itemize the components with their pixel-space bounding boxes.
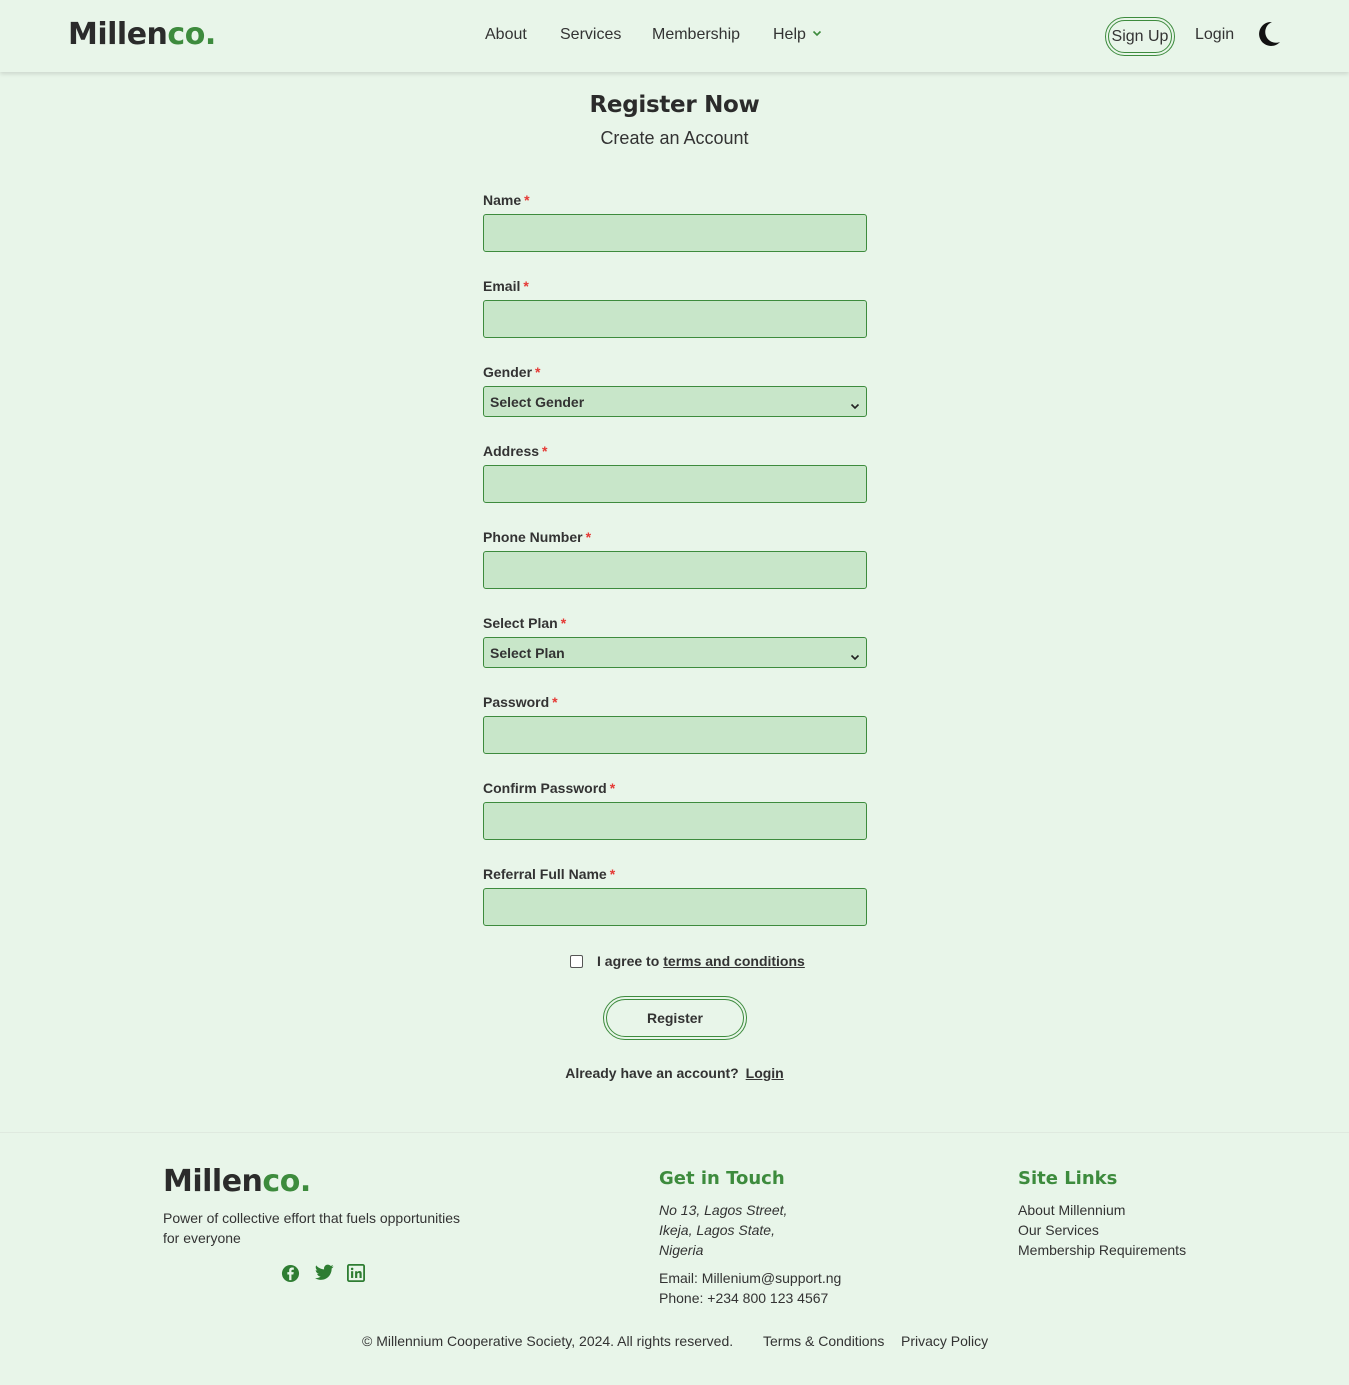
required-marker: * — [552, 694, 558, 710]
address-label-text: Address — [483, 443, 540, 459]
gender-label-text: Gender — [483, 364, 533, 380]
required-marker: * — [542, 443, 548, 459]
nav-help-label: Help — [773, 26, 806, 44]
terms-agreement: I agree to terms and conditions — [570, 953, 805, 969]
address-line: Nigeria — [659, 1242, 704, 1258]
password-input[interactable] — [483, 716, 867, 754]
chevron-down-icon — [850, 397, 860, 413]
name-input[interactable] — [483, 214, 867, 252]
plan-label-text: Select Plan — [483, 615, 558, 631]
phone-input[interactable] — [483, 551, 867, 589]
footer-logo[interactable]: Millenco. — [163, 1164, 311, 1199]
footer-privacy-link[interactable]: Privacy Policy — [901, 1333, 988, 1349]
site-link-membership[interactable]: Membership Requirements — [1018, 1240, 1186, 1260]
referral-label-text: Referral Full Name — [483, 866, 607, 882]
phone-label: Phone Number * — [483, 529, 591, 545]
name-label-text: Name — [483, 192, 522, 208]
email-label-text: Email — [483, 278, 521, 294]
email-input[interactable] — [483, 300, 867, 338]
confirm-password-label-text: Confirm Password — [483, 780, 607, 796]
required-marker: * — [609, 866, 616, 882]
address-line: Ikeja, Lagos State, — [659, 1222, 775, 1238]
moon-icon[interactable] — [1256, 20, 1282, 53]
footer-address: No 13, Lagos Street, Ikeja, Lagos State,… — [659, 1200, 787, 1260]
confirm-password-label: Confirm Password * — [483, 780, 615, 796]
plan-label: Select Plan * — [483, 615, 566, 631]
nav-membership[interactable]: Membership — [652, 26, 740, 44]
footer-phone[interactable]: Phone: +234 800 123 4567 — [659, 1288, 841, 1308]
phone-label-text: Phone Number — [483, 529, 583, 545]
plan-select-value: Select Plan — [490, 644, 565, 661]
page-title: Register Now — [589, 92, 760, 118]
required-marker: * — [524, 192, 530, 208]
linkedin-icon[interactable] — [347, 1264, 365, 1287]
site-header: Millenco. About Services Membership Help… — [0, 0, 1349, 72]
page-subtitle: Create an Account — [600, 128, 749, 148]
gender-label: Gender * — [483, 364, 540, 380]
logo-text-green: co. — [167, 17, 216, 52]
nav-login[interactable]: Login — [1195, 26, 1234, 44]
terms-checkbox[interactable] — [570, 954, 583, 968]
address-input[interactable] — [483, 465, 867, 503]
site-link-about[interactable]: About Millennium — [1018, 1200, 1186, 1220]
required-marker: * — [523, 278, 529, 294]
address-line: No 13, Lagos Street, — [659, 1202, 788, 1218]
password-label-text: Password — [483, 694, 550, 710]
nav-about[interactable]: About — [485, 26, 527, 44]
tagline-line: Power of collective effort that fuels op… — [163, 1210, 461, 1226]
chevron-down-icon — [850, 648, 860, 664]
gender-select[interactable]: Select Gender — [483, 386, 867, 417]
logo-text-dark: Millen — [163, 1164, 263, 1199]
email-label: Email * — [483, 278, 529, 294]
twitter-icon[interactable] — [314, 1264, 334, 1286]
facebook-icon[interactable] — [281, 1264, 300, 1288]
gender-select-value: Select Gender — [490, 393, 585, 410]
get-in-touch-heading: Get in Touch — [659, 1168, 785, 1189]
footer-contact: Email: Millenium@support.ng Phone: +234 … — [659, 1268, 841, 1308]
already-account: Already have an account? Login — [0, 1065, 1349, 1081]
referral-input[interactable] — [483, 888, 867, 926]
referral-label: Referral Full Name * — [483, 866, 615, 882]
brand-logo[interactable]: Millenco. — [68, 17, 216, 52]
register-button[interactable]: Register — [603, 996, 747, 1040]
register-button-label: Register — [606, 999, 744, 1037]
already-account-text: Already have an account? — [565, 1065, 739, 1081]
site-links-heading: Site Links — [1018, 1168, 1118, 1189]
nav-help-dropdown[interactable]: Help — [773, 26, 822, 44]
logo-text-green: co. — [262, 1164, 311, 1199]
plan-select[interactable]: Select Plan — [483, 637, 867, 668]
login-link[interactable]: Login — [746, 1065, 784, 1081]
logo-text-dark: Millen — [68, 17, 168, 52]
tagline-line: for everyone — [163, 1230, 241, 1246]
copyright-text: © Millennium Cooperative Society, 2024. … — [362, 1333, 734, 1349]
password-label: Password * — [483, 694, 558, 710]
name-label: Name * — [483, 192, 530, 208]
footer-divider — [0, 1132, 1349, 1133]
site-link-services[interactable]: Our Services — [1018, 1220, 1186, 1240]
required-marker: * — [560, 615, 567, 631]
site-links-list: About Millennium Our Services Membership… — [1018, 1200, 1186, 1260]
required-marker: * — [585, 529, 592, 545]
required-marker: * — [535, 364, 541, 380]
footer-terms-link[interactable]: Terms & Conditions — [763, 1333, 884, 1349]
signup-button[interactable]: Sign Up — [1105, 17, 1175, 56]
footer-tagline: Power of collective effort that fuels op… — [163, 1208, 483, 1248]
required-marker: * — [609, 780, 616, 796]
chevron-down-icon — [812, 24, 822, 42]
address-label: Address * — [483, 443, 547, 459]
terms-link[interactable]: terms and conditions — [663, 953, 805, 969]
nav-services[interactable]: Services — [560, 26, 621, 44]
confirm-password-input[interactable] — [483, 802, 867, 840]
agree-text: I agree to — [597, 953, 660, 969]
signup-label: Sign Up — [1108, 20, 1172, 53]
footer-email[interactable]: Email: Millenium@support.ng — [659, 1268, 841, 1288]
